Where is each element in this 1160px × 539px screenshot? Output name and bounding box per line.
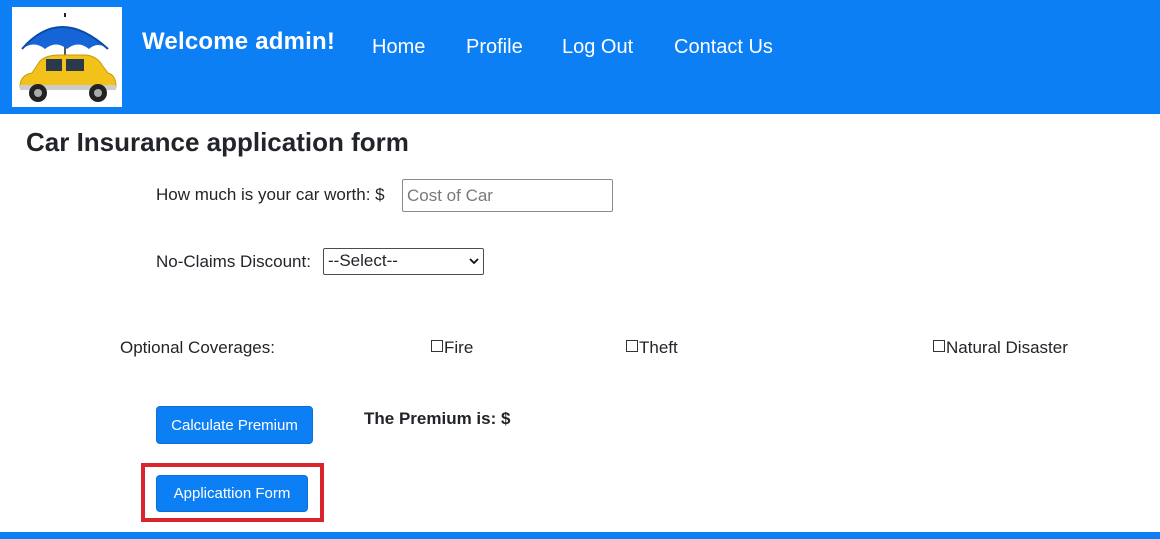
no-claims-label: No-Claims Discount: (156, 252, 311, 271)
car-insurance-logo[interactable] (12, 7, 122, 107)
premium-result: The Premium is: $ (364, 409, 511, 428)
nav-home[interactable]: Home (372, 36, 425, 59)
coverage-fire[interactable]: Fire (431, 338, 473, 358)
no-claims-select[interactable]: --Select-- (323, 248, 484, 275)
calculate-premium-button[interactable]: Calculate Premium (156, 406, 313, 444)
application-form-button[interactable]: Applicattion Form (156, 475, 308, 512)
nav-profile[interactable]: Profile (466, 36, 523, 59)
coverage-theft[interactable]: Theft (626, 338, 678, 358)
top-navbar: Welcome admin! Home Profile Log Out Cont… (0, 0, 1160, 114)
nav-contact-us[interactable]: Contact Us (674, 36, 773, 59)
theft-label: Theft (639, 338, 678, 357)
nav-logout[interactable]: Log Out (562, 36, 633, 59)
footer-bar (0, 532, 1160, 539)
chevron-down-icon (469, 258, 479, 265)
car-cost-input[interactable] (402, 179, 613, 212)
theft-checkbox[interactable] (626, 340, 638, 352)
coverage-natural-disaster[interactable]: Natural Disaster (933, 338, 1068, 358)
natural-disaster-label: Natural Disaster (946, 338, 1068, 357)
car-worth-label: How much is your car worth: $ (156, 185, 385, 204)
fire-label: Fire (444, 338, 474, 357)
no-claims-selected-value: --Select-- (328, 251, 398, 270)
welcome-brand: Welcome admin! (142, 28, 336, 55)
optional-coverages-label: Optional Coverages: (120, 338, 275, 357)
natural-disaster-checkbox[interactable] (933, 340, 945, 352)
page-title: Car Insurance application form (26, 127, 409, 157)
fire-checkbox[interactable] (431, 340, 443, 352)
